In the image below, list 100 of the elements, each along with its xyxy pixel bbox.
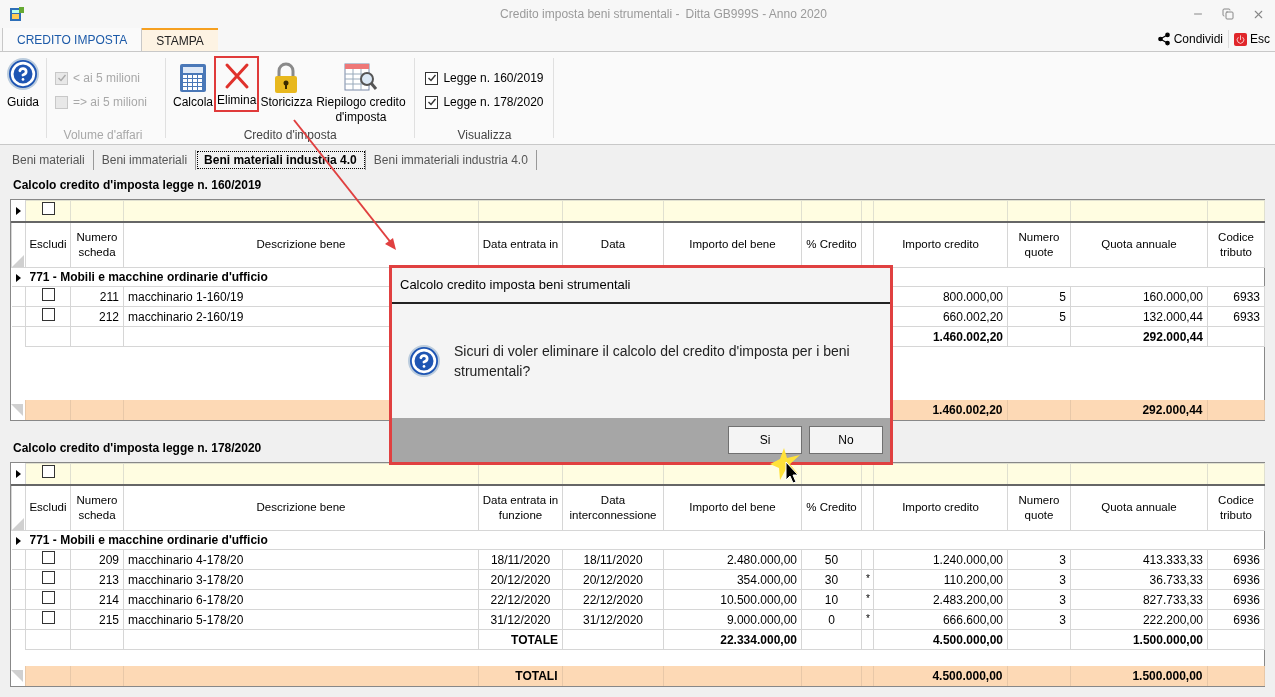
table-cell: macchinario 2-160/19 bbox=[128, 309, 244, 324]
table-cell: * bbox=[866, 592, 870, 604]
ribbon-tab[interactable]: CREDITO IMPOSTA bbox=[2, 27, 143, 51]
sheet-tab[interactable]: Beni immateriali industria 4.0 bbox=[365, 150, 537, 170]
corner-triangle-icon bbox=[11, 670, 23, 682]
column-header: Codice tributo bbox=[1218, 230, 1254, 258]
column-header: Quota annuale bbox=[1101, 238, 1177, 251]
help-button[interactable]: Guida bbox=[0, 58, 46, 108]
table-cell: 6936 bbox=[1233, 572, 1260, 587]
row-pointer-icon bbox=[16, 536, 21, 545]
grand-total-value: 1.500.000,00 bbox=[1132, 669, 1203, 683]
table-cell: 6936 bbox=[1233, 612, 1260, 627]
total-value: 1.460.002,20 bbox=[932, 329, 1003, 344]
table-cell: 3 bbox=[1059, 592, 1066, 607]
table-cell: 211 bbox=[99, 289, 119, 304]
checkbox[interactable] bbox=[425, 71, 439, 85]
column-header: Numero scheda bbox=[76, 230, 118, 258]
table-cell: 209 bbox=[98, 552, 119, 567]
share-icon bbox=[1156, 32, 1171, 46]
section-title: Calcolo credito d'imposta legge n. 178/2020 bbox=[13, 440, 262, 457]
window-title: Credito imposta beni strumentali - bbox=[500, 6, 680, 23]
corner-triangle-icon bbox=[11, 404, 23, 416]
grand-total-value: 1.460.002,20 bbox=[932, 403, 1003, 417]
table-magnifier-icon bbox=[343, 62, 378, 94]
table-cell: 31/12/2020 bbox=[582, 612, 644, 627]
sheet-tab[interactable]: Beni materiali bbox=[4, 150, 94, 170]
table-cell: 18/11/2020 bbox=[490, 552, 551, 567]
ribbon-tab[interactable]: STAMPA bbox=[142, 27, 218, 51]
table-cell: 3 bbox=[1059, 612, 1066, 627]
table-cell: 36.733,33 bbox=[1149, 572, 1203, 587]
table-cell: 6936 bbox=[1233, 592, 1260, 607]
table-cell: 5 bbox=[1059, 309, 1066, 324]
column-header: Quota annuale bbox=[1101, 501, 1177, 514]
grand-total-value: 4.500.000,00 bbox=[932, 669, 1003, 683]
table-cell: 31/12/2020 bbox=[490, 612, 551, 627]
checkbox[interactable] bbox=[41, 307, 55, 321]
table-cell: 413.333,33 bbox=[1142, 552, 1203, 567]
table-cell: 10.500.000,00 bbox=[720, 592, 797, 607]
column-header: Importo del bene bbox=[689, 238, 776, 251]
dialog-button[interactable]: No bbox=[809, 426, 883, 454]
dialog-title: Calcolo credito imposta beni strumentali bbox=[392, 268, 890, 304]
table-cell: 22/12/2020 bbox=[582, 592, 644, 607]
help-icon bbox=[408, 345, 440, 377]
row-pointer-icon bbox=[15, 207, 21, 216]
checkbox[interactable] bbox=[41, 464, 55, 478]
checkbox[interactable] bbox=[41, 550, 55, 564]
column-header: Descrizione bene bbox=[256, 501, 346, 514]
checkbox[interactable] bbox=[425, 95, 439, 109]
dialog-button[interactable]: Si bbox=[728, 426, 802, 454]
table-cell: 22/12/2020 bbox=[490, 592, 551, 607]
sheet-tab[interactable]: Beni immateriali bbox=[93, 150, 197, 170]
column-header: Importo credito bbox=[902, 501, 979, 514]
ribbon-button[interactable]: Calcola bbox=[172, 59, 215, 110]
table-cell: 6936 bbox=[1233, 552, 1260, 567]
column-header: Data interconnessione bbox=[569, 493, 657, 521]
column-header: Descrizione bene bbox=[256, 238, 346, 251]
column-header: Importo del bene bbox=[689, 501, 776, 514]
column-header: Data entrata in bbox=[482, 238, 559, 251]
table-cell: 2.483.200,00 bbox=[932, 592, 1003, 607]
share-button[interactable]: Condividi bbox=[1151, 30, 1229, 48]
exit-button[interactable]: Esc bbox=[1229, 30, 1275, 48]
calculator-icon bbox=[178, 63, 208, 93]
grand-total-value: 292.000,44 bbox=[1142, 403, 1203, 417]
column-header: Escludi bbox=[29, 238, 67, 251]
column-header: Data entrata in funzione bbox=[482, 493, 559, 521]
column-header: Numero scheda bbox=[76, 493, 118, 521]
table-cell: * bbox=[866, 612, 870, 624]
checkbox[interactable] bbox=[41, 201, 55, 215]
total-value: TOTALE bbox=[511, 632, 558, 647]
table-cell: 2.480.000,00 bbox=[726, 552, 797, 567]
group-heading: 771 - Mobili e macchine ordinarie d'ufficio bbox=[29, 533, 268, 547]
table-cell: 222.200,00 bbox=[1142, 612, 1203, 627]
window-subtitle: Ditta GB999S - Anno 2020 bbox=[685, 6, 827, 23]
dialog-message: Sicuri di voler eliminare il calcolo del credito d'imposta per i beni strumentali? bbox=[454, 342, 851, 381]
table-cell: macchinario 4-178/20 bbox=[128, 552, 244, 567]
table-cell: macchinario 5-178/20 bbox=[128, 612, 244, 627]
checkbox[interactable] bbox=[41, 590, 55, 604]
table-cell: 214 bbox=[98, 592, 119, 607]
table-cell: 9.000.000,00 bbox=[726, 612, 797, 627]
table-cell: 1.240.000,00 bbox=[932, 552, 1003, 567]
table-cell: macchinario 1-160/19 bbox=[128, 289, 244, 304]
table-cell: 800.000,00 bbox=[942, 289, 1003, 304]
ribbon-button[interactable]: Storicizza bbox=[259, 59, 314, 110]
table-cell: 110.200,00 bbox=[943, 572, 1003, 587]
row-pointer-icon bbox=[15, 470, 21, 479]
total-value: 4.500.000,00 bbox=[932, 632, 1003, 647]
ribbon-button[interactable]: Riepilogo credito d'imposta bbox=[313, 59, 409, 125]
column-header: Escludi bbox=[29, 501, 67, 514]
table-cell: 3 bbox=[1059, 552, 1066, 567]
table-cell: 3 bbox=[1059, 572, 1066, 587]
checkbox[interactable] bbox=[41, 287, 55, 301]
table-cell: 354.000,00 bbox=[736, 572, 797, 587]
ribbon-button[interactable]: Elimina bbox=[214, 56, 260, 112]
help-icon bbox=[7, 58, 39, 90]
total-value: 292.000,44 bbox=[1142, 329, 1203, 344]
checkbox[interactable] bbox=[41, 610, 55, 624]
checkbox[interactable] bbox=[41, 570, 55, 584]
table-cell: macchinario 3-178/20 bbox=[128, 572, 244, 587]
column-header: Codice tributo bbox=[1218, 493, 1254, 521]
section-title: Calcolo credito d'imposta legge n. 160/2019 bbox=[13, 177, 262, 194]
